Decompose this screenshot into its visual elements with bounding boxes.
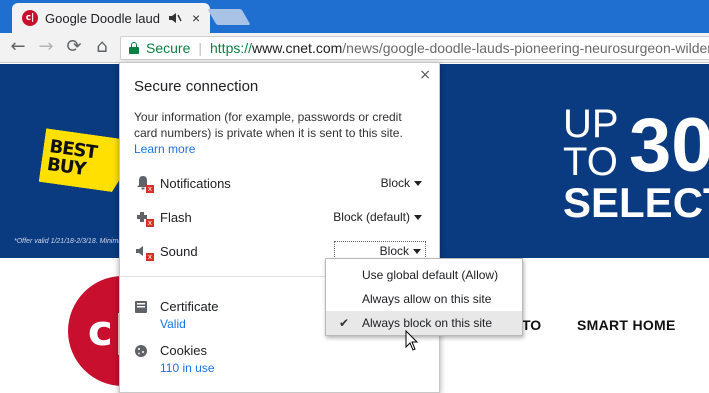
permission-label: Notifications: [160, 175, 231, 191]
promo-select: SELECT: [563, 179, 709, 226]
certificate-label: Certificate: [160, 299, 219, 314]
lock-icon[interactable]: [129, 42, 139, 54]
secure-chip[interactable]: Secure: [146, 40, 190, 56]
chevron-down-icon: [413, 248, 421, 254]
mouse-pointer-icon: [405, 330, 419, 351]
permission-label: Sound: [160, 243, 198, 259]
url-scheme: https://: [210, 40, 253, 56]
promo-up: UP: [563, 102, 619, 146]
select-value: Block (default): [333, 210, 410, 224]
select-value: Block: [379, 244, 409, 258]
menu-item-always-block[interactable]: ✔ Always block on this site: [326, 311, 522, 335]
certificate-row: Certificate Valid: [134, 299, 334, 335]
ad-fineprint: *Offer valid 1/21/18-2/3/18. Minimum: [14, 238, 128, 245]
chevron-down-icon: [414, 180, 422, 186]
certificate-valid-link[interactable]: Valid: [160, 317, 186, 331]
flash-select[interactable]: Block (default): [329, 207, 426, 227]
tab-close-icon[interactable]: ×: [192, 10, 200, 26]
cookie-icon: [135, 345, 147, 357]
select-value: Block: [380, 176, 410, 190]
reload-button[interactable]: ⟳: [64, 37, 84, 57]
url-path: /news/google-doodle-lauds-pioneering-neu…: [342, 40, 709, 56]
promo-number: 30: [629, 103, 709, 188]
cookies-label: Cookies: [160, 343, 207, 358]
promo-to: TO: [563, 140, 618, 184]
flash-blocked-icon: x: [134, 208, 154, 227]
page-info-popup: × Secure connection Your information (fo…: [119, 62, 440, 393]
address-bar[interactable]: Secure | https:// www.cnet.com /news/goo…: [120, 36, 709, 60]
bestbuy-logo: BEST BUY: [39, 128, 132, 193]
cookies-in-use-link[interactable]: 110 in use: [160, 361, 215, 375]
permission-row-notifications: x Notifications Block: [134, 172, 426, 194]
sound-options-menu: Use global default (Allow) Always allow …: [325, 258, 523, 336]
speaker-muted-icon[interactable]: [168, 11, 182, 25]
menu-item-label: Always block on this site: [362, 316, 493, 330]
notifications-blocked-icon: x: [134, 174, 154, 193]
browser-toolbar: ← → ⟳ ⌂ Secure | https:// www.cnet.com /…: [0, 33, 709, 63]
menu-item-use-global-default[interactable]: Use global default (Allow): [326, 263, 522, 287]
browser-tab[interactable]: c| Google Doodle lauds ×: [12, 3, 210, 33]
permission-label: Flash: [160, 209, 192, 225]
nav-item-smart-home[interactable]: SMART HOME: [577, 317, 676, 333]
cnet-favicon-icon: c|: [22, 10, 38, 26]
chevron-down-icon: [414, 214, 422, 220]
learn-more-link[interactable]: Learn more: [134, 142, 195, 156]
sound-blocked-icon: x: [134, 242, 154, 261]
tab-title: Google Doodle lauds: [45, 10, 160, 26]
connection-description: Your information (for example, passwords…: [134, 110, 403, 140]
popup-title: Secure connection: [134, 78, 259, 95]
menu-item-always-allow[interactable]: Always allow on this site: [326, 287, 522, 311]
checkmark-icon: ✔: [339, 316, 350, 330]
menu-item-label: Use global default (Allow): [362, 268, 499, 282]
certificate-icon: [135, 301, 147, 313]
url-host: www.cnet.com: [252, 40, 343, 56]
cookies-row: Cookies 110 in use: [134, 343, 334, 379]
tab-strip: c| Google Doodle lauds ×: [0, 0, 709, 33]
notifications-select[interactable]: Block: [377, 173, 426, 193]
close-icon[interactable]: ×: [419, 67, 431, 83]
url-separator: |: [198, 40, 202, 56]
forward-button[interactable]: →: [36, 37, 56, 57]
back-button[interactable]: ←: [8, 37, 28, 57]
home-button[interactable]: ⌂: [92, 37, 112, 57]
menu-item-label: Always allow on this site: [362, 292, 492, 306]
nav-item-partial[interactable]: TO: [522, 317, 541, 333]
permission-row-flash: x Flash Block (default): [134, 206, 426, 228]
new-tab-button[interactable]: [207, 9, 251, 25]
